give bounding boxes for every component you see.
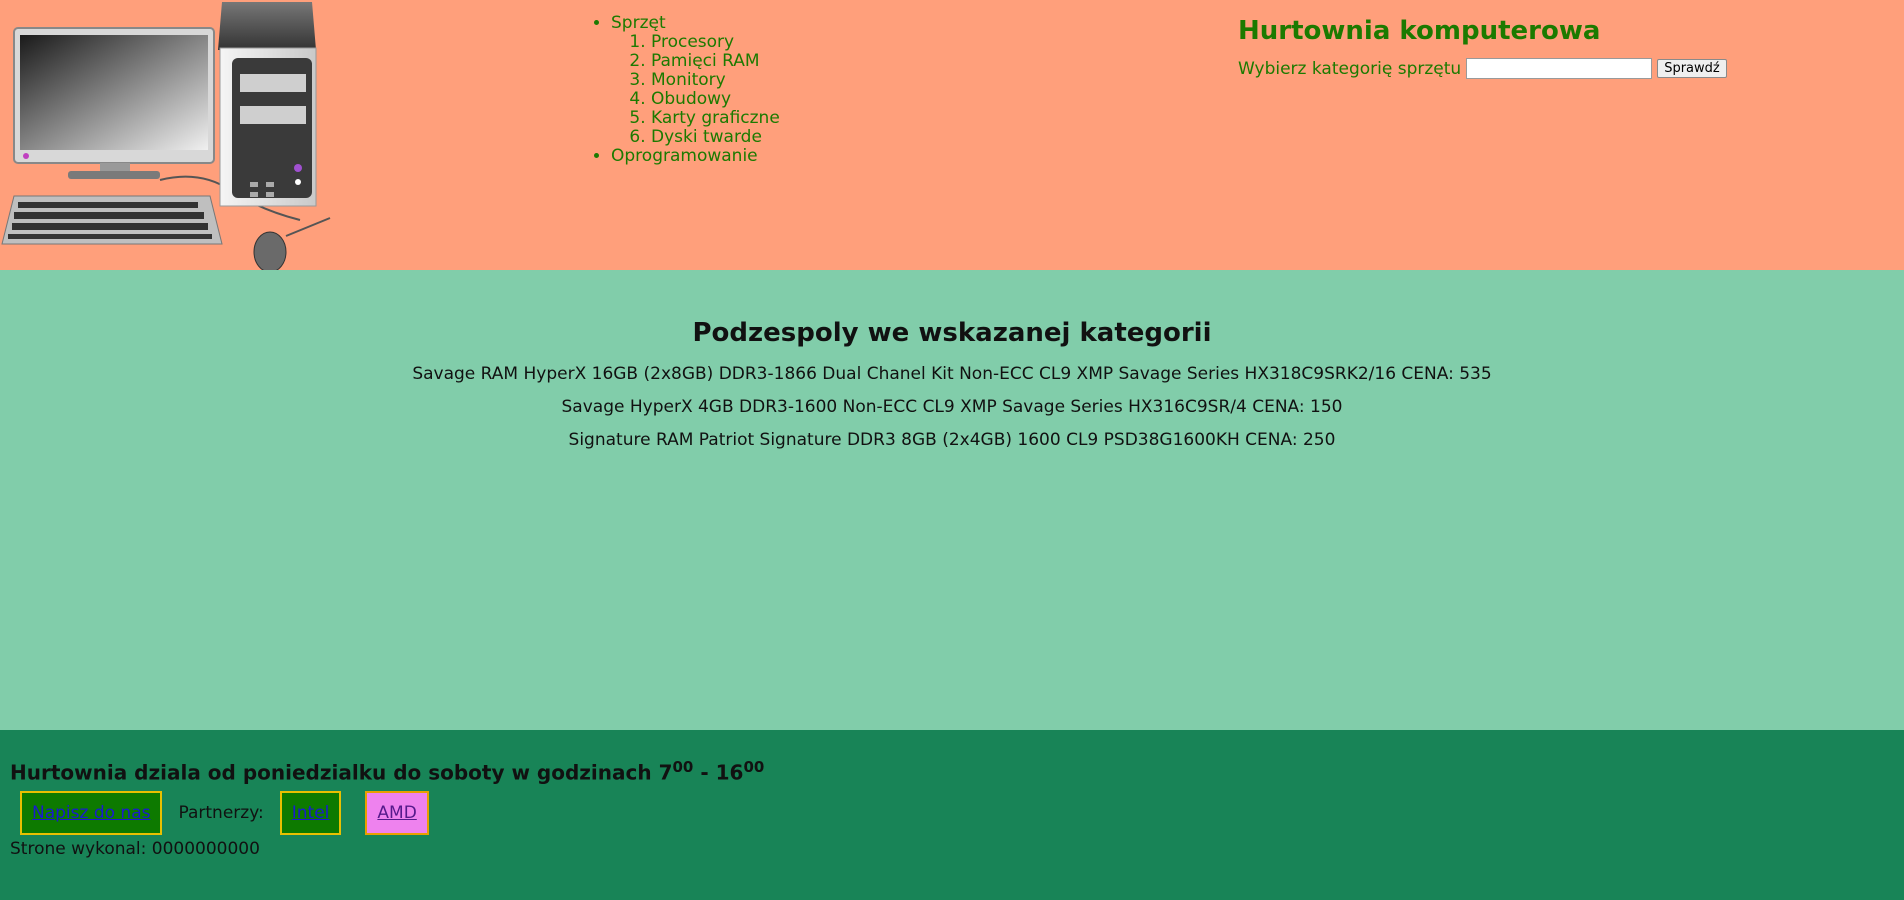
check-button[interactable]: Sprawdź bbox=[1657, 59, 1727, 78]
menu-item-sprzet-label: Sprzęt bbox=[611, 13, 666, 33]
product-item: Savage RAM HyperX 16GB (2x8GB) DDR3-1866… bbox=[412, 364, 1492, 384]
opening-hours-text: Hurtownia dziala od poniedzialku do sobo… bbox=[10, 760, 673, 785]
contact-link[interactable]: Napisz do nas bbox=[32, 803, 150, 823]
menu-item-oprogramowanie: Oprogramowanie bbox=[611, 147, 780, 166]
opening-hours: Hurtownia dziala od poniedzialku do sobo… bbox=[10, 730, 1894, 785]
category-label: Wybierz kategorię sprzętu bbox=[1238, 58, 1462, 79]
main-section: Podzespoly we wskazanej kategorii Savage… bbox=[0, 270, 1904, 730]
product-item: Signature RAM Patriot Signature DDR3 8GB… bbox=[568, 430, 1336, 450]
menu-subitem-pamieci-ram: Pamięci RAM bbox=[651, 52, 780, 71]
computer-logo-image bbox=[1, 2, 331, 270]
footer: Hurtownia dziala od poniedzialku do sobo… bbox=[0, 730, 1904, 900]
search-row: Wybierz kategorię sprzętu Sprawdź bbox=[1238, 58, 1727, 79]
amd-link[interactable]: AMD bbox=[377, 803, 416, 823]
site-title: Hurtownia komputerowa bbox=[1238, 16, 1601, 46]
menu-subitem-monitory: Monitory bbox=[651, 71, 780, 90]
header: Sprzęt Procesory Pamięci RAM Monitory Ob… bbox=[0, 0, 1904, 270]
opening-from-minutes: 00 bbox=[672, 758, 694, 776]
opening-to-minutes: 00 bbox=[743, 758, 765, 776]
category-input[interactable] bbox=[1466, 58, 1653, 79]
section-heading: Podzespoly we wskazanej kategorii bbox=[692, 318, 1212, 348]
intel-link[interactable]: Intel bbox=[292, 803, 330, 823]
menu-subitem-obudowy: Obudowy bbox=[651, 90, 780, 109]
amd-box: AMD bbox=[365, 790, 429, 835]
menu-subitem-dyski-twarde: Dyski twarde bbox=[651, 128, 780, 147]
intel-box: Intel bbox=[279, 790, 342, 835]
menu-item-sprzet: Sprzęt Procesory Pamięci RAM Monitory Ob… bbox=[611, 14, 780, 147]
product-item: Savage HyperX 4GB DDR3-1600 Non-ECC CL9 … bbox=[561, 397, 1343, 417]
opening-hours-separator: - 16 bbox=[693, 760, 744, 785]
author-info: Strone wykonal: 0000000000 bbox=[10, 838, 260, 859]
category-menu: Sprzęt Procesory Pamięci RAM Monitory Ob… bbox=[592, 14, 780, 166]
search-panel: Hurtownia komputerowa Wybierz kategorię … bbox=[1238, 16, 1727, 79]
partners-label: Partnerzy: bbox=[178, 802, 264, 823]
contact-box: Napisz do nas bbox=[20, 790, 163, 835]
menu-subitem-procesory: Procesory bbox=[651, 33, 780, 52]
menu-subitem-karty-graficzne: Karty graficzne bbox=[651, 109, 780, 128]
footer-links: Napisz do nas Partnerzy: Intel AMD bbox=[20, 790, 1894, 835]
